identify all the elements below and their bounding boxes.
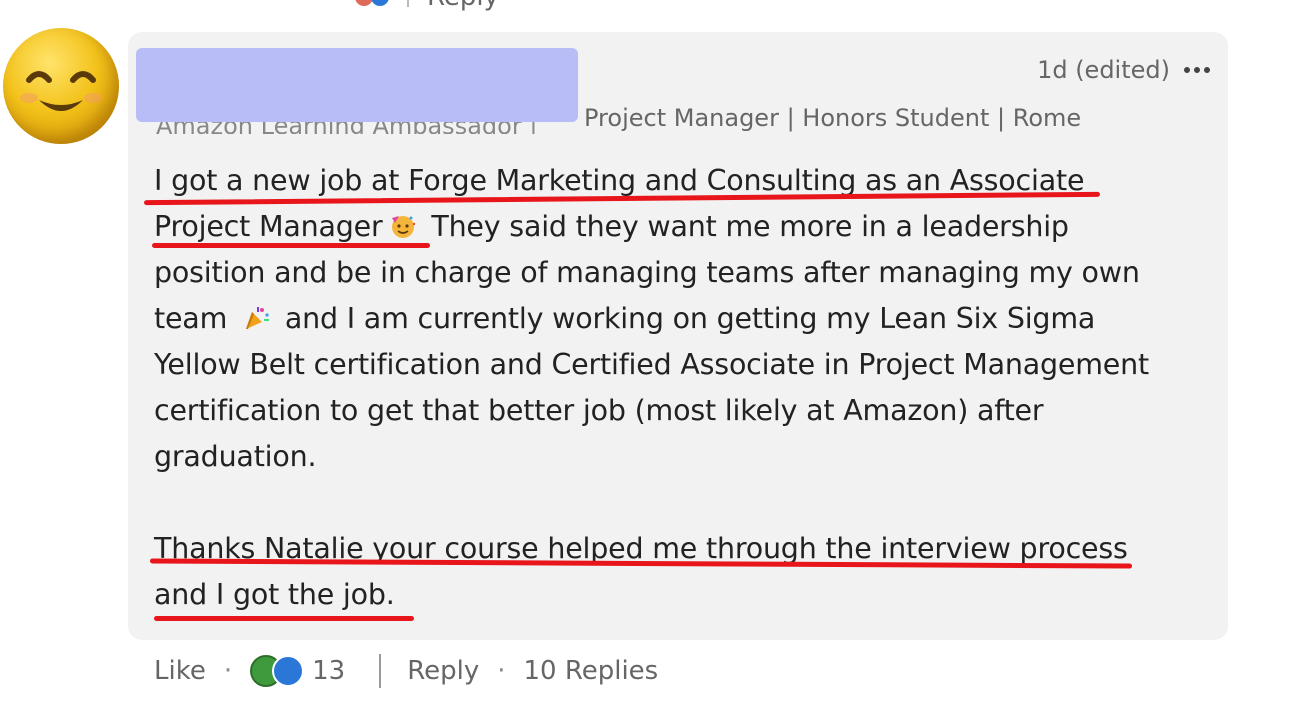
author-name-redacted[interactable] [136,48,578,122]
more-options-icon[interactable] [1184,58,1210,82]
previous-reply-link[interactable]: Reply [427,0,499,12]
reaction-count: 13 [312,656,346,686]
smiley-face-icon [20,71,102,111]
comment-line: team and I am currently working on getti… [154,300,1096,335]
headline-text: Project Manager | Honors Student | Rome … [584,104,1086,132]
comment-actions: Like · 13 Reply · 10 Replies [154,650,658,692]
comment-line: certification to get that better job (mo… [154,394,1044,427]
comment-meta: 1d (edited) [1037,56,1210,84]
comment-line: graduation. [154,440,317,473]
party-popper-emoji-icon [242,300,270,329]
comment-line: position and be in charge of managing te… [154,256,1140,289]
like-reaction-icon [272,655,305,687]
reactions-summary[interactable]: 13 [250,655,345,687]
comment-timestamp: 1d (edited) [1037,56,1170,84]
divider [379,654,382,688]
separator-dot: · [497,656,506,686]
like-button[interactable]: Like [154,656,206,686]
avatar[interactable] [3,28,119,144]
separator-dot: · [223,656,233,686]
previous-comment-actions: Reply [355,0,499,12]
reply-button[interactable]: Reply [407,656,479,686]
view-replies-link[interactable]: 10 Replies [523,656,658,686]
divider [407,0,409,7]
comment-line: and I got the job. [154,578,395,611]
comment-body: I got a new job at Forge Marketing and C… [154,158,1184,618]
party-face-emoji-icon [389,208,417,238]
comment-line: Yellow Belt certification and Certified … [154,348,1149,381]
highlight-underline [152,243,430,248]
highlight-underline [154,616,414,621]
like-icon [371,0,389,6]
reaction-icon [355,0,373,6]
